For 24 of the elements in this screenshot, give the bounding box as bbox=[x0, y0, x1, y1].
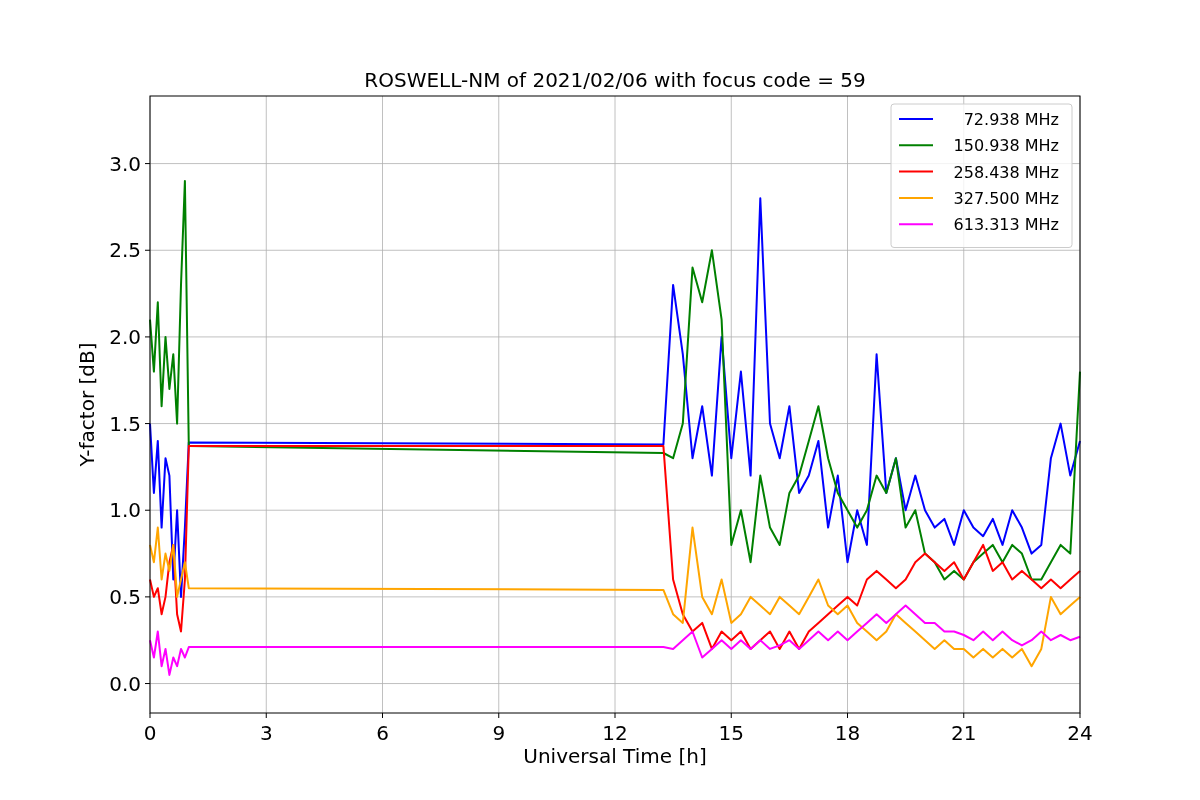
legend-label: 327.500 MHz bbox=[953, 188, 1059, 208]
legend-label: 613.313 MHz bbox=[953, 215, 1059, 235]
tick-label: 12 bbox=[602, 721, 628, 745]
tick-label: 2.5 bbox=[109, 238, 141, 263]
tick-label: 3.0 bbox=[109, 151, 141, 176]
x-axis-label: Universal Time [h] bbox=[523, 744, 707, 768]
tick-label: 24 bbox=[1067, 721, 1093, 745]
tick-label: 1.5 bbox=[109, 411, 141, 436]
tick-label: 6 bbox=[376, 721, 389, 745]
tick-label: 15 bbox=[718, 721, 744, 745]
tick-label: 0 bbox=[143, 721, 157, 745]
legend-label: 258.438 MHz bbox=[953, 162, 1059, 182]
tick-label: 9 bbox=[492, 721, 506, 745]
tick-label: 0.0 bbox=[109, 671, 141, 696]
legend-label: 72.938 MHz bbox=[963, 110, 1059, 129]
tick-label: 3 bbox=[259, 721, 273, 745]
tick-label: 18 bbox=[834, 721, 861, 745]
tick-label: 21 bbox=[951, 721, 977, 745]
y-axis-label: Y-factor [dB] bbox=[75, 342, 99, 467]
tick-label: 1.0 bbox=[109, 498, 141, 523]
tick-label: 0.5 bbox=[109, 584, 141, 609]
chart-title: ROSWELL-NM of 2021/02/06 with focus code = 59 bbox=[364, 68, 866, 92]
legend-label: 150.938 MHz bbox=[953, 136, 1059, 156]
tick-label: 2.0 bbox=[109, 324, 141, 349]
